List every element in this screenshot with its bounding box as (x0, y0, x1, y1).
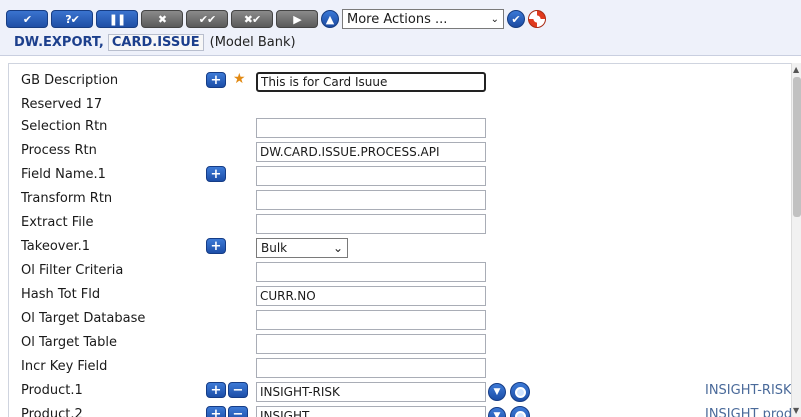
scroll-down-icon[interactable]: ▼ (793, 406, 799, 415)
field-row-incr-key-field: Incr Key Field (9, 356, 791, 380)
field-label: Field Name.1 (21, 167, 106, 182)
field-label: Takeover.1 (21, 239, 91, 254)
chevron-down-icon: ⌄ (332, 241, 343, 255)
scroll-up-icon[interactable]: ▲ (793, 65, 799, 74)
hash-tot-fld-input[interactable] (256, 286, 486, 306)
expand-plus-icon[interactable]: + (206, 238, 226, 254)
takeover-select[interactable]: Bulk ⌄ (256, 238, 348, 258)
field-label: Transform Rtn (21, 191, 113, 206)
expand-plus-icon[interactable]: + (206, 72, 226, 88)
record-id: CARD.ISSUE (107, 34, 204, 51)
application-name: DW.EXPORT, (14, 35, 104, 50)
extract-file-input[interactable] (256, 214, 486, 234)
header: ✔ ?✔ ❚❚ ✖ ✔✔ ✖✔ ▶ ▲ More Actions ... ⌄ ✔… (0, 0, 801, 56)
field-row-reserved-17: Reserved 17 (9, 94, 791, 118)
vertical-scrollbar[interactable]: ▲ ▼ (791, 63, 801, 417)
field-row-selection-rtn: Selection Rtn (9, 116, 791, 140)
more-actions-label: More Actions ... (347, 11, 448, 27)
field-label: GB Description (21, 73, 119, 88)
magnifier-icon[interactable] (510, 406, 530, 417)
authorise-button[interactable]: ✔✔ (186, 10, 228, 28)
field-label: Product.1 (21, 383, 83, 398)
check-circle-icon[interactable]: ✔ (507, 10, 525, 28)
form-content: GB Description + ★ Reserved 17 Selection… (8, 63, 791, 417)
field-label: Hash Tot Fld (21, 287, 101, 302)
more-actions-select[interactable]: More Actions ... ⌄ (342, 9, 504, 29)
field-row-transform-rtn: Transform Rtn (9, 188, 791, 212)
hold-button[interactable]: ❚❚ (96, 10, 138, 28)
product-2-enrichment: INSIGHT produ (705, 407, 791, 417)
field-row-gb-description: GB Description + ★ (9, 70, 791, 94)
up-arrow-icon[interactable]: ▲ (321, 10, 339, 28)
scroll-thumb[interactable] (793, 77, 801, 217)
expand-plus-icon[interactable]: + (206, 166, 226, 182)
field-label: Product.2 (21, 407, 83, 417)
chevron-down-icon: ⌄ (490, 13, 499, 25)
expand-plus-icon[interactable]: + (206, 406, 226, 417)
product-1-input[interactable] (256, 382, 486, 402)
reverse-button[interactable]: ✖✔ (231, 10, 273, 28)
dropdown-chevron-icon[interactable]: ▼ (488, 407, 506, 417)
product-2-input[interactable] (256, 406, 486, 417)
field-label: Ol Target Table (21, 335, 117, 350)
collapse-minus-icon[interactable]: − (228, 406, 248, 417)
commit-button[interactable]: ✔ (6, 10, 48, 28)
field-row-process-rtn: Process Rtn (9, 140, 791, 164)
field-row-ol-target-table: Ol Target Table (9, 332, 791, 356)
field-row-hash-tot-fld: Hash Tot Fld (9, 284, 791, 308)
field-label: Ol Filter Criteria (21, 263, 124, 278)
product-1-enrichment: INSIGHT-RISK p (705, 383, 791, 398)
selection-rtn-input[interactable] (256, 118, 486, 138)
expand-plus-icon[interactable]: + (206, 382, 226, 398)
field-row-ol-filter-criteria: Ol Filter Criteria (9, 260, 791, 284)
lifebuoy-icon[interactable] (528, 10, 546, 28)
next-button[interactable]: ▶ (276, 10, 318, 28)
field-label: Process Rtn (21, 143, 97, 158)
gb-description-input[interactable] (256, 72, 486, 92)
field-label: Extract File (21, 215, 94, 230)
field-row-product-2: Product.2 + − ▼ INSIGHT produ (9, 404, 791, 417)
dropdown-chevron-icon[interactable]: ▼ (488, 383, 506, 401)
takeover-selected-value: Bulk (261, 241, 288, 255)
field-name-input[interactable] (256, 166, 486, 186)
ol-target-table-input[interactable] (256, 334, 486, 354)
breadcrumb: DW.EXPORT, CARD.ISSUE (Model Bank) (14, 34, 296, 51)
collapse-minus-icon[interactable]: − (228, 382, 248, 398)
field-row-product-1: Product.1 + − ▼ INSIGHT-RISK p (9, 380, 791, 404)
field-row-takeover-1: Takeover.1 + Bulk ⌄ (9, 236, 791, 260)
toolbar: ✔ ?✔ ❚❚ ✖ ✔✔ ✖✔ ▶ ▲ More Actions ... ⌄ ✔ (6, 8, 546, 30)
transform-rtn-input[interactable] (256, 190, 486, 210)
field-row-ol-target-database: Ol Target Database (9, 308, 791, 332)
field-label: Incr Key Field (21, 359, 108, 374)
field-row-extract-file: Extract File (9, 212, 791, 236)
ol-filter-criteria-input[interactable] (256, 262, 486, 282)
incr-key-field-input[interactable] (256, 358, 486, 378)
field-label: Selection Rtn (21, 119, 108, 134)
ol-target-database-input[interactable] (256, 310, 486, 330)
field-label: Ol Target Database (21, 311, 146, 326)
process-rtn-input[interactable] (256, 142, 486, 162)
field-label: Reserved 17 (21, 97, 103, 112)
required-star-icon: ★ (233, 71, 246, 87)
validate-button[interactable]: ?✔ (51, 10, 93, 28)
magnifier-icon[interactable] (510, 382, 530, 402)
field-row-field-name-1: Field Name.1 + (9, 164, 791, 188)
company-name: (Model Bank) (209, 35, 296, 50)
delete-button[interactable]: ✖ (141, 10, 183, 28)
